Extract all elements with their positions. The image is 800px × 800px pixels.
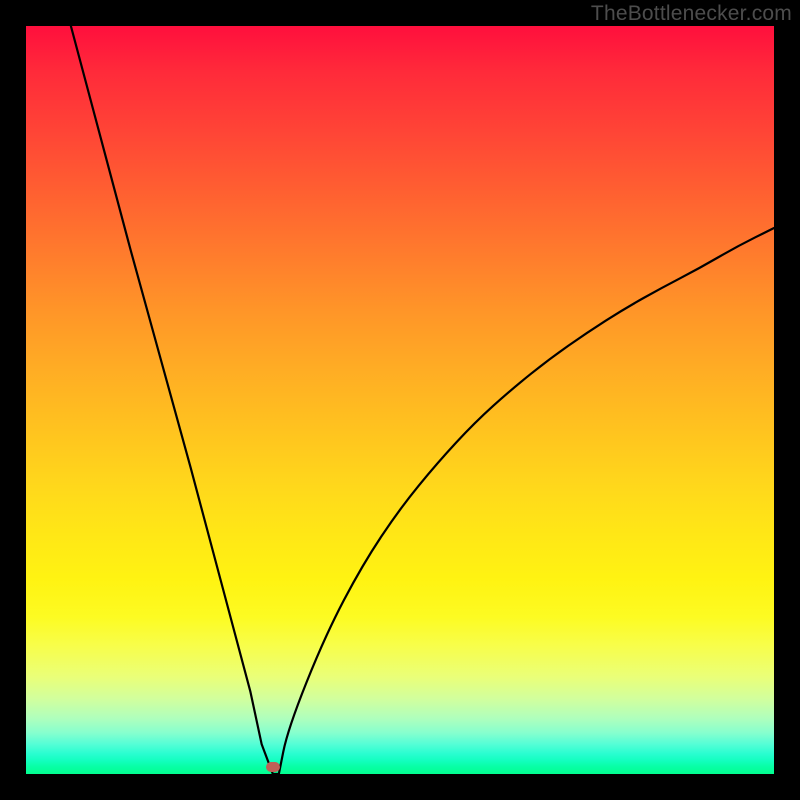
optimum-marker xyxy=(266,762,280,772)
watermark-label: TheBottlenecker.com xyxy=(591,2,792,26)
bottleneck-curve xyxy=(26,26,774,774)
plot-area xyxy=(26,26,774,774)
chart-frame: TheBottlenecker.com xyxy=(0,0,800,800)
